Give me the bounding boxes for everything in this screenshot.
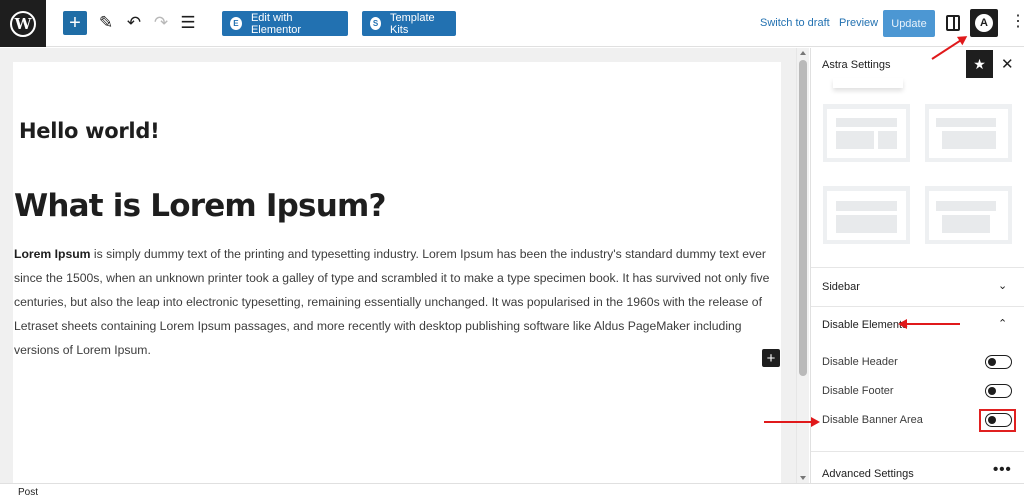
disable-footer-toggle[interactable] xyxy=(985,384,1012,398)
update-button[interactable]: Update xyxy=(883,10,935,37)
scroll-thumb[interactable] xyxy=(799,60,807,376)
switch-to-draft-button[interactable]: Switch to draft xyxy=(760,17,830,29)
star-icon[interactable]: ★ xyxy=(966,50,993,78)
breadcrumb[interactable]: Post xyxy=(18,487,38,498)
wordpress-icon: W xyxy=(10,10,36,37)
disable-elements-section-toggle[interactable]: Disable Elements xyxy=(822,319,908,331)
disable-banner-area-label: Disable Banner Area xyxy=(822,414,923,426)
undo-icon[interactable]: ↶ xyxy=(124,12,144,34)
list-view-icon[interactable]: ☰ xyxy=(178,12,198,34)
chevron-down-icon[interactable]: ⌄ xyxy=(998,279,1007,292)
layout-option-content-boxed[interactable] xyxy=(925,104,1012,162)
disable-header-toggle[interactable] xyxy=(985,355,1012,369)
inline-add-block-button[interactable]: + xyxy=(762,349,780,367)
content-heading[interactable]: What is Lorem Ipsum? xyxy=(14,188,386,224)
content-paragraph[interactable]: Lorem Ipsum is simply dummy text of the … xyxy=(14,242,781,362)
scroll-down-arrow[interactable] xyxy=(800,476,806,480)
edit-with-elementor-button[interactable]: E Edit with Elementor xyxy=(222,11,348,36)
astra-settings-sidebar: Astra Settings ★ ✕ Sidebar ⌄ Disable Ele… xyxy=(810,48,1024,483)
editor-footer: Post xyxy=(0,483,1024,501)
editor-scrollbar[interactable] xyxy=(796,48,809,483)
paragraph-strong: Lorem Ipsum xyxy=(14,247,91,261)
add-block-button[interactable]: + xyxy=(63,11,87,35)
edit-with-elementor-label: Edit with Elementor xyxy=(250,11,302,36)
sidebar-toggle-icon[interactable] xyxy=(946,15,960,31)
wordpress-logo-button[interactable]: W xyxy=(0,0,46,47)
redo-icon[interactable]: ↷ xyxy=(151,12,171,34)
layout-tab-indicator xyxy=(833,78,903,88)
chevron-up-icon[interactable]: ⌃ xyxy=(998,317,1007,330)
annotation-arrow xyxy=(900,323,960,325)
layout-option-full-width-contained[interactable] xyxy=(823,186,910,244)
elementor-icon: E xyxy=(230,17,242,30)
sidebar-title: Astra Settings xyxy=(822,59,891,71)
astra-settings-button[interactable]: A xyxy=(970,9,998,37)
editor-toolbar: W + ✎ ↶ ↷ ☰ E Edit with Elementor S Temp… xyxy=(0,0,1024,47)
close-icon[interactable]: ✕ xyxy=(1001,55,1014,73)
scroll-up-arrow[interactable] xyxy=(800,51,806,55)
editor-canvas: Hello world! What is Lorem Ipsum? Lorem … xyxy=(13,62,781,483)
pencil-icon[interactable]: ✎ xyxy=(96,12,116,34)
template-kits-button[interactable]: S Template Kits xyxy=(362,11,456,36)
divider xyxy=(811,451,1024,452)
paragraph-text: is simply dummy text of the printing and… xyxy=(14,247,770,357)
kebab-icon[interactable]: ⋮ xyxy=(1010,14,1024,30)
annotation-arrow xyxy=(764,417,820,427)
disable-header-label: Disable Header xyxy=(822,356,898,368)
astra-icon: A xyxy=(975,14,993,32)
template-kits-label: Template Kits xyxy=(390,11,435,36)
layout-option-full-width-stretched[interactable] xyxy=(925,186,1012,244)
more-dots-icon[interactable]: ••• xyxy=(993,461,1012,478)
template-kits-icon: S xyxy=(370,17,382,30)
plus-icon: + xyxy=(69,12,81,34)
sidebar-section-toggle[interactable]: Sidebar xyxy=(822,281,860,293)
annotation-highlight-box xyxy=(979,409,1016,432)
divider xyxy=(811,267,1024,268)
layout-option-boxed[interactable] xyxy=(823,104,910,162)
post-title[interactable]: Hello world! xyxy=(19,119,160,143)
divider xyxy=(811,306,1024,307)
preview-button[interactable]: Preview xyxy=(839,17,878,29)
disable-footer-label: Disable Footer xyxy=(822,385,894,397)
advanced-settings-section-toggle[interactable]: Advanced Settings xyxy=(822,468,914,480)
